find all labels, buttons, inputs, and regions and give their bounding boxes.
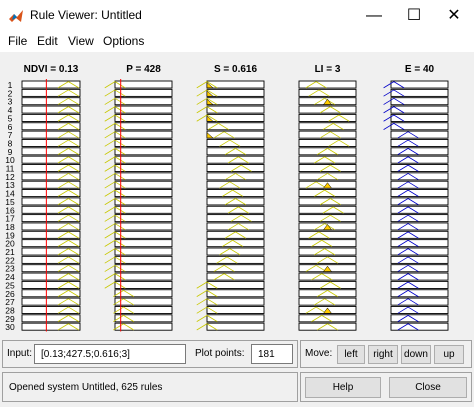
rule-cell bbox=[206, 205, 265, 214]
rule-cell bbox=[206, 164, 265, 173]
rule-cell bbox=[390, 80, 449, 89]
rule-cell bbox=[21, 247, 81, 256]
rule-cell bbox=[21, 289, 81, 298]
rule-cell bbox=[298, 247, 357, 256]
rule-plot-area[interactable]: NDVI = 0.13 P = 428 S = 0.616 LI = 3E = 401… bbox=[0, 52, 474, 340]
rule-cell bbox=[21, 130, 81, 139]
rule-cell bbox=[390, 97, 449, 106]
rule-cell bbox=[21, 113, 81, 122]
rule-cell bbox=[21, 197, 81, 206]
move-right-button[interactable]: right bbox=[368, 345, 398, 364]
move-up-button[interactable]: up bbox=[434, 345, 464, 364]
rule-cell bbox=[21, 80, 81, 89]
move-label: Move: bbox=[305, 348, 333, 359]
close-button[interactable]: Close bbox=[389, 377, 467, 398]
move-down-button[interactable]: down bbox=[401, 345, 431, 364]
rule-cell bbox=[21, 322, 81, 331]
rule-cell bbox=[21, 222, 81, 231]
rule-cell bbox=[21, 314, 81, 323]
rule-cell bbox=[298, 130, 357, 139]
rule-cell bbox=[206, 239, 265, 248]
input-label: Input: bbox=[7, 348, 33, 359]
rule-number: 30 bbox=[5, 322, 15, 332]
matlab-icon bbox=[9, 10, 23, 22]
rule-cell bbox=[21, 297, 81, 306]
rule-cell bbox=[298, 189, 357, 198]
minimize-button[interactable]: — bbox=[356, 4, 392, 28]
rule-cell bbox=[298, 155, 357, 164]
rule-cell bbox=[298, 214, 357, 223]
rule-cell bbox=[21, 280, 81, 289]
menu-edit[interactable]: Edit bbox=[37, 34, 58, 48]
rule-cell bbox=[390, 113, 449, 122]
rule-cell bbox=[206, 155, 265, 164]
rule-cell bbox=[21, 164, 81, 173]
rule-cell bbox=[206, 180, 265, 189]
rule-cell bbox=[21, 88, 81, 97]
rule-cell bbox=[21, 138, 81, 147]
input-panel: Input: [0.13;427.5;0.616;3] Plot points:… bbox=[2, 340, 298, 368]
rule-cell bbox=[390, 88, 449, 97]
rule-cell bbox=[21, 180, 81, 189]
rule-cell bbox=[390, 122, 449, 131]
rule-cell bbox=[298, 197, 357, 206]
move-panel: Move: left right down up bbox=[300, 340, 472, 368]
rule-cell bbox=[206, 222, 265, 231]
rule-cell bbox=[21, 255, 81, 264]
rule-cell bbox=[206, 189, 265, 198]
rule-cell bbox=[298, 297, 357, 306]
maximize-button[interactable]: ☐ bbox=[396, 4, 432, 28]
action-panel: Help Close bbox=[300, 372, 472, 402]
control-panel: Input: [0.13;427.5;0.616;3] Plot points:… bbox=[0, 338, 474, 407]
rule-cell bbox=[298, 280, 357, 289]
variable-label: NDVI = 0.13 bbox=[24, 64, 79, 75]
rule-cell bbox=[298, 122, 357, 131]
rule-cell bbox=[298, 239, 357, 248]
rule-cell bbox=[21, 264, 81, 273]
variable-label: P = 428 bbox=[126, 64, 161, 75]
input-field[interactable]: [0.13;427.5;0.616;3] bbox=[34, 344, 186, 364]
menu-view[interactable]: View bbox=[68, 34, 94, 48]
rule-cell bbox=[21, 205, 81, 214]
help-button[interactable]: Help bbox=[305, 377, 381, 398]
rule-cell bbox=[21, 122, 81, 131]
rule-cell bbox=[21, 155, 81, 164]
title-bar: Rule Viewer: Untitled — ☐ ✕ bbox=[0, 0, 474, 32]
rule-cell bbox=[21, 172, 81, 181]
rule-cell bbox=[21, 239, 81, 248]
rule-cell bbox=[298, 314, 357, 323]
plot-points-field[interactable]: 181 bbox=[251, 344, 293, 364]
rule-cell bbox=[206, 247, 265, 256]
rule-cell bbox=[390, 105, 449, 114]
variable-label: LI = 3 bbox=[315, 64, 341, 75]
window-title: Rule Viewer: Untitled bbox=[30, 8, 142, 22]
rule-cell bbox=[21, 105, 81, 114]
rule-cell bbox=[21, 97, 81, 106]
variable-label: E = 40 bbox=[405, 64, 435, 75]
rule-cell bbox=[21, 147, 81, 156]
rule-cell bbox=[206, 122, 265, 131]
rule-cell bbox=[21, 230, 81, 239]
menu-bar: File Edit View Options bbox=[0, 32, 474, 52]
rule-cell bbox=[206, 214, 265, 223]
status-panel: Opened system Untitled, 625 rules bbox=[2, 372, 298, 402]
close-window-button[interactable]: ✕ bbox=[436, 4, 472, 28]
rule-cell bbox=[298, 272, 357, 281]
rule-cell bbox=[298, 105, 357, 114]
rule-cell bbox=[21, 305, 81, 314]
move-left-button[interactable]: left bbox=[337, 345, 365, 364]
plot-points-label: Plot points: bbox=[195, 348, 245, 359]
rule-cell bbox=[21, 189, 81, 198]
rule-cell bbox=[298, 164, 357, 173]
rule-cell bbox=[21, 214, 81, 223]
rule-cell bbox=[206, 138, 265, 147]
variable-label: S = 0.616 bbox=[214, 64, 258, 75]
menu-file[interactable]: File bbox=[8, 34, 27, 48]
rule-cell bbox=[21, 272, 81, 281]
rule-cell bbox=[298, 205, 357, 214]
menu-options[interactable]: Options bbox=[103, 34, 144, 48]
status-text: Opened system Untitled, 625 rules bbox=[9, 382, 163, 393]
